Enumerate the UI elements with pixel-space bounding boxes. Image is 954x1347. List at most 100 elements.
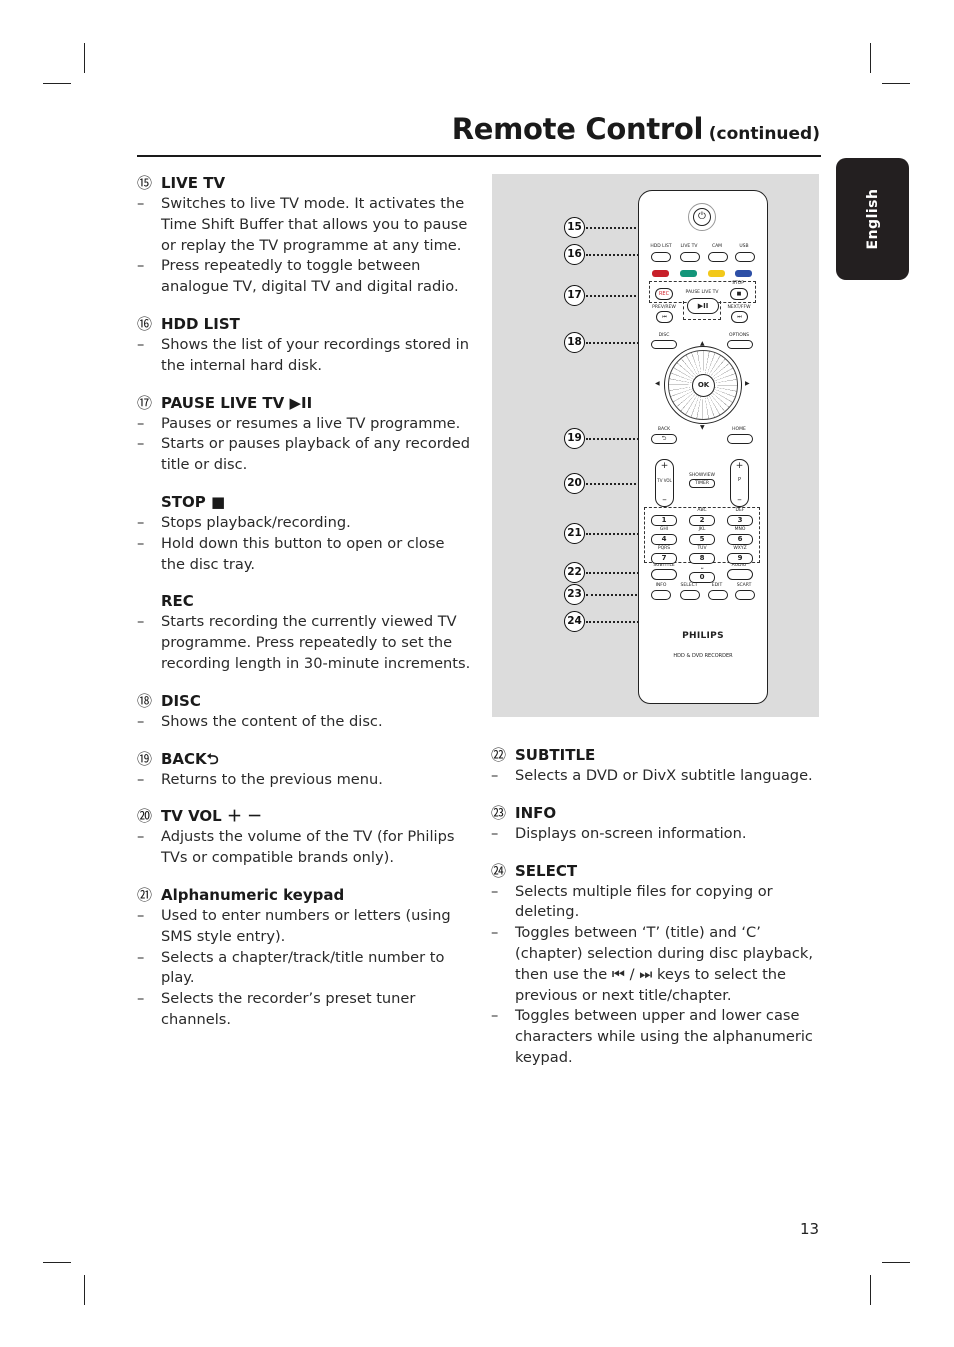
back-button[interactable]: ⮌: [651, 434, 677, 444]
hdd-list-button[interactable]: [651, 252, 671, 262]
scart-button[interactable]: [735, 590, 755, 600]
key-7[interactable]: 7: [651, 553, 677, 564]
timer-button[interactable]: TIMER: [689, 479, 715, 488]
play-pause-button[interactable]: ▶II: [687, 298, 719, 314]
minus-icon: –: [662, 495, 667, 505]
left-column: ⑮ LIVE TV Switches to live TV mode. It act…: [137, 172, 472, 1046]
info-button[interactable]: [651, 590, 671, 600]
ok-button[interactable]: OK: [692, 374, 715, 397]
left-arrow[interactable]: ◀: [655, 380, 660, 387]
disc-button[interactable]: [651, 340, 677, 349]
bullet-item: Selects multiple files for copying or de…: [491, 882, 826, 924]
key-letters: DEF: [735, 508, 745, 513]
brand-logo: PHILIPS: [682, 631, 724, 641]
key-0[interactable]: 0: [689, 572, 715, 583]
item-number: ⑯: [137, 314, 153, 333]
program-rocker[interactable]: + P –: [730, 459, 749, 507]
heading-text: PAUSE LIVE TV ▶II: [161, 393, 313, 412]
callout-19: 19: [564, 428, 585, 449]
bullet-item: Switches to live TV mode. It activates t…: [137, 194, 472, 256]
description-section: ⑲ BACK⮌ Returns to the previous menu.: [137, 748, 472, 791]
options-button[interactable]: [727, 340, 753, 349]
callout-21: 21: [564, 523, 585, 544]
key-5[interactable]: 5: [689, 534, 715, 545]
section-heading: STOP ■: [137, 491, 472, 513]
back-label: BACK: [657, 427, 671, 432]
section-heading: ㉑ Alphanumeric keypad: [137, 884, 472, 906]
description-section: ㉓ INFO Displays on-screen information.: [491, 802, 826, 845]
description-section: ㉑ Alphanumeric keypad Used to enter number…: [137, 884, 472, 1031]
bullet-item: Press repeatedly to toggle between analo…: [137, 256, 472, 298]
bullet-item: Shows the list of your recordings stored…: [137, 335, 472, 377]
heading-text: TV VOL ＋ －: [161, 807, 263, 826]
key-letters: MNO: [734, 527, 746, 532]
subtitle-button[interactable]: [651, 569, 677, 580]
key-9[interactable]: 9: [727, 553, 753, 564]
key-4[interactable]: 4: [651, 534, 677, 545]
key-letters: ABC: [697, 508, 707, 513]
description-section: STOP ■ Stops playback/recording.Hold down…: [137, 491, 472, 575]
bullet-item: Pauses or resumes a live TV programme.: [137, 414, 472, 435]
key-letters: ␣: [700, 565, 704, 570]
callout-18: 18: [564, 332, 585, 353]
navigation-pad[interactable]: OK: [664, 346, 742, 424]
green-key[interactable]: [680, 270, 697, 277]
options-label: OPTIONS: [728, 333, 750, 338]
edit-button[interactable]: [708, 590, 728, 600]
description-section: ㉒ SUBTITLE Selects a DVD or DivX subtitle …: [491, 744, 826, 787]
section-heading: ⑮ LIVE TV: [137, 172, 472, 194]
item-number: ㉓: [491, 803, 507, 822]
usb-button[interactable]: [735, 252, 755, 262]
callout-17: 17: [564, 285, 585, 306]
item-number: ㉑: [137, 885, 153, 904]
right-arrow[interactable]: ▶: [745, 380, 750, 387]
key-letters: TUV: [697, 546, 707, 551]
power-icon: ⏻: [693, 208, 711, 226]
home-label: HOME: [732, 427, 746, 432]
info-label: INFO: [655, 583, 667, 588]
rec-button[interactable]: REC: [655, 288, 673, 300]
section-heading: ㉒ SUBTITLE: [491, 744, 826, 766]
key-6[interactable]: 6: [727, 534, 753, 545]
red-key[interactable]: [652, 270, 669, 277]
crop-mark: [870, 43, 871, 73]
tv-vol-rocker[interactable]: + TV VOL –: [655, 459, 674, 507]
stop-icon: ■: [736, 291, 742, 297]
crop-mark: [882, 1262, 910, 1263]
title-rule: [137, 155, 821, 157]
title-continued: (continued): [708, 124, 820, 144]
crop-mark: [43, 83, 71, 84]
key-1[interactable]: 1: [651, 515, 677, 526]
crop-mark: [870, 1275, 871, 1305]
remote-figure: 15 16 17 18 19 20 21 22 23 24 ⏻ HDD LIST…: [492, 174, 819, 717]
key-3[interactable]: 3: [727, 515, 753, 526]
heading-text: STOP ■: [161, 492, 226, 511]
audio-button[interactable]: [727, 569, 753, 580]
language-tab: English: [836, 158, 909, 280]
section-heading: ⑰ PAUSE LIVE TV ▶II: [137, 392, 472, 414]
next-icon: ⏭: [737, 314, 742, 320]
key-2[interactable]: 2: [689, 515, 715, 526]
prev-button[interactable]: ⏮: [656, 311, 673, 323]
usb-label: USB: [739, 244, 749, 249]
blue-key[interactable]: [735, 270, 752, 277]
page-number: 13: [800, 1220, 820, 1238]
plus-icon: +: [660, 461, 669, 471]
down-arrow[interactable]: ▼: [700, 424, 705, 431]
yellow-key[interactable]: [708, 270, 725, 277]
bullet-item: Hold down this button to open or close t…: [137, 534, 472, 576]
home-button[interactable]: [727, 434, 753, 444]
stop-button[interactable]: ■: [730, 288, 748, 300]
power-button[interactable]: ⏻: [688, 203, 716, 231]
next-button[interactable]: ⏭: [731, 311, 748, 323]
callout-23: 23: [564, 584, 585, 605]
leader-line: [586, 533, 646, 535]
section-heading: ⑲ BACK⮌: [137, 748, 472, 770]
rec-label: REC: [658, 291, 670, 297]
cam-button[interactable]: [708, 252, 728, 262]
select-button[interactable]: [680, 590, 700, 600]
next-ffw-label: NEXT/FFW: [727, 305, 751, 310]
live-tv-button[interactable]: [680, 252, 700, 262]
edit-label: EDIT: [711, 583, 723, 588]
key-8[interactable]: 8: [689, 553, 715, 564]
